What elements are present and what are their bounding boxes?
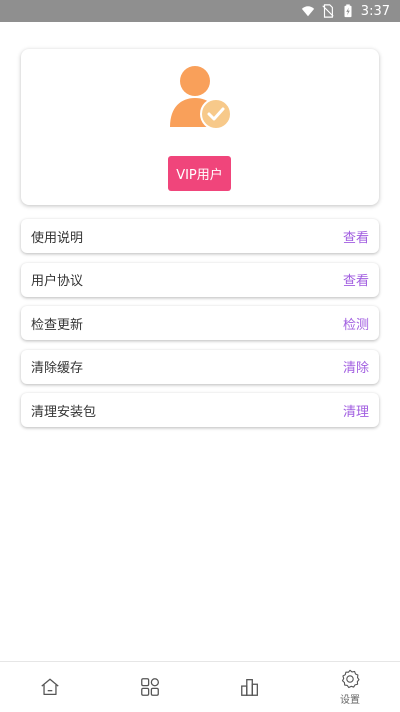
- chart-icon: [241, 679, 258, 696]
- view-instructions-link[interactable]: 查看: [343, 227, 369, 246]
- check-update-link[interactable]: 检测: [343, 314, 369, 333]
- tab-settings-label: 设置: [340, 695, 360, 706]
- status-bar: 3:37: [0, 0, 400, 22]
- clear-cache-link[interactable]: 清除: [343, 357, 369, 376]
- wifi-icon: [301, 6, 314, 17]
- user-verified-icon: [170, 66, 232, 130]
- settings-icon: [341, 669, 360, 689]
- home-icon: [41, 678, 59, 695]
- view-agreement-link[interactable]: 查看: [343, 270, 369, 289]
- tab-stats[interactable]: [200, 662, 300, 712]
- status-time: 3:37: [360, 3, 390, 19]
- settings-menu: 使用说明 查看 用户协议 查看 检查更新 检测 清除缓存 清除 清理安装包 清理: [21, 219, 379, 437]
- menu-item-label: 使用说明: [31, 230, 84, 246]
- menu-item-check-update[interactable]: 检查更新 检测: [21, 306, 379, 340]
- profile-card: VIP用户: [21, 49, 379, 205]
- menu-item-instructions[interactable]: 使用说明 查看: [21, 219, 379, 253]
- battery-charging-icon: [344, 4, 352, 18]
- clean-packages-link[interactable]: 清理: [343, 401, 369, 420]
- menu-item-label: 清除缓存: [31, 361, 84, 376]
- menu-item-label: 检查更新: [31, 317, 84, 333]
- menu-item-label: 用户协议: [31, 274, 84, 289]
- apps-icon: [141, 678, 159, 696]
- menu-item-clear-cache[interactable]: 清除缓存 清除: [21, 349, 379, 384]
- tab-apps[interactable]: [100, 662, 200, 712]
- bottom-tab-bar: 设置: [0, 661, 400, 712]
- vip-button[interactable]: VIP用户: [168, 156, 231, 191]
- no-sim-icon: [322, 4, 334, 18]
- tab-settings[interactable]: 设置: [300, 662, 400, 712]
- menu-item-label: 清理安装包: [31, 404, 97, 420]
- menu-item-user-agreement[interactable]: 用户协议 查看: [21, 262, 379, 297]
- tab-home[interactable]: [0, 662, 100, 712]
- menu-item-clean-packages[interactable]: 清理安装包 清理: [21, 393, 379, 427]
